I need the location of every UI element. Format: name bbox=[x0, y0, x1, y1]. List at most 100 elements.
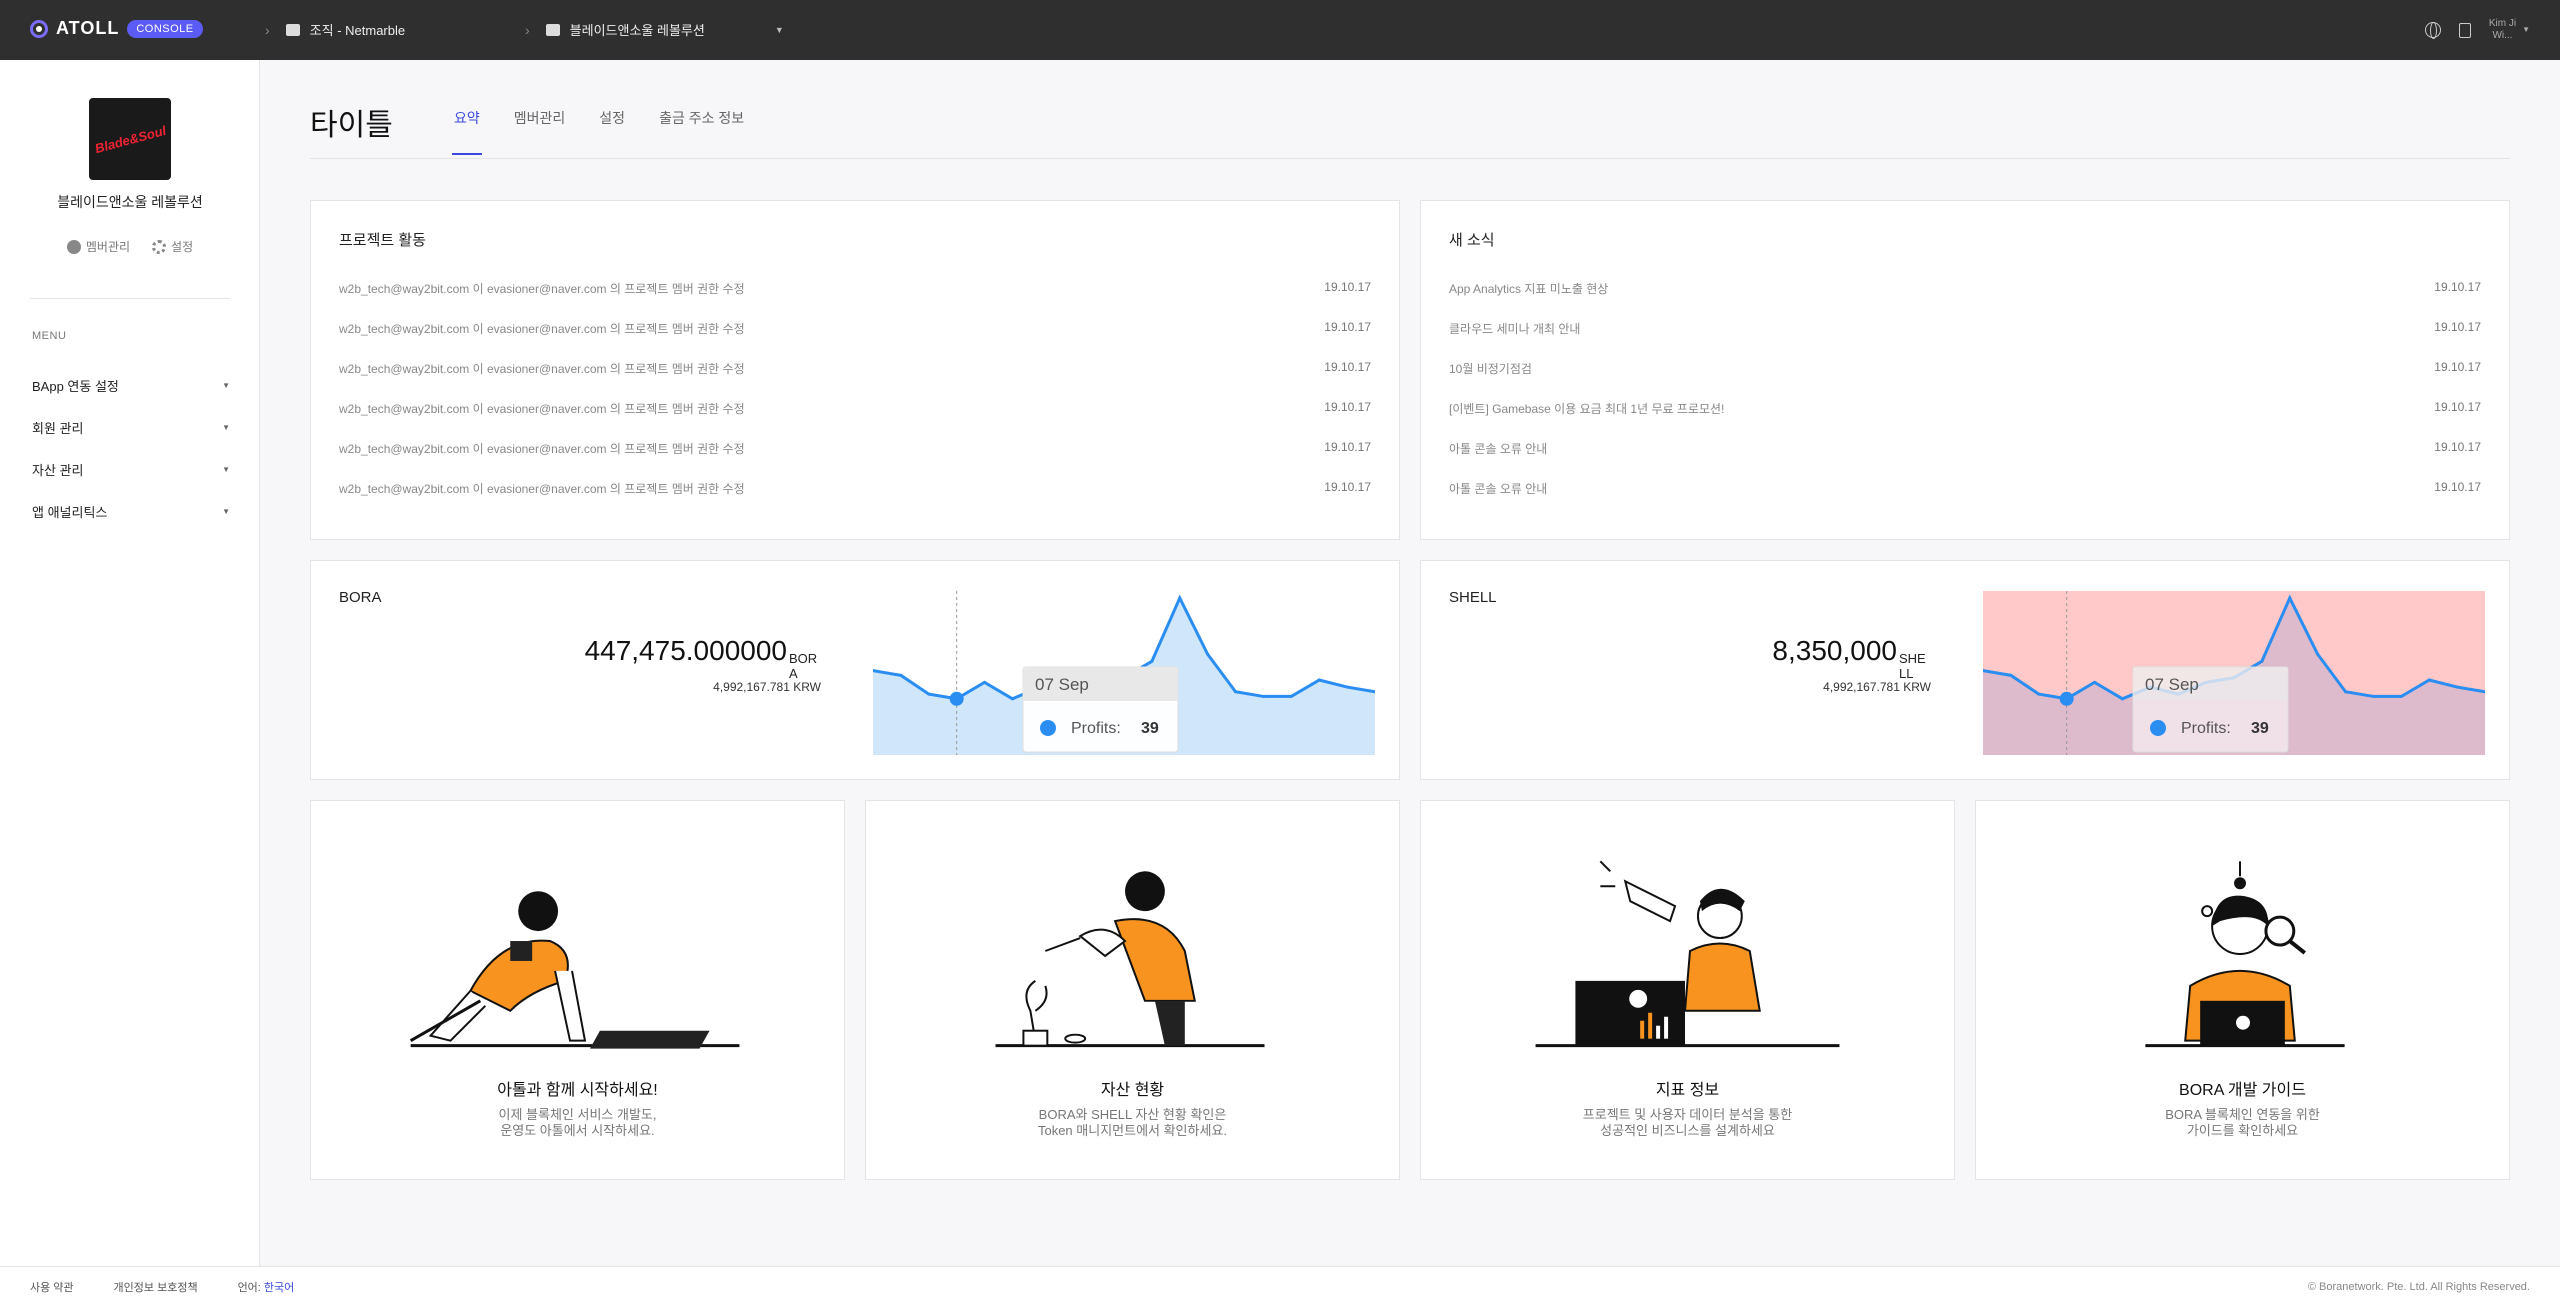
list-item-date: 19.10.17 bbox=[2434, 360, 2481, 374]
chevron-right-icon: › bbox=[525, 21, 530, 38]
sidebar-item-bapp[interactable]: BApp 연동 설정 ▼ bbox=[32, 364, 230, 406]
list-item[interactable]: 클라우드 세미나 개최 안내 19.10.17 bbox=[1449, 320, 2481, 360]
shell-amount: 8,350,000 bbox=[1772, 635, 1897, 666]
list-item[interactable]: 10월 비정기점검 19.10.17 bbox=[1449, 360, 2481, 400]
docs-book-icon[interactable] bbox=[2458, 22, 2471, 38]
guide-desc-line: BORA 블록체인 연동을 위한 bbox=[2165, 1107, 2320, 1122]
chart-point bbox=[2427, 678, 2431, 682]
sidebar-item-label: BApp 연동 설정 bbox=[32, 378, 119, 394]
list-item[interactable]: [이벤트] Gamebase 이용 요금 최대 1년 무료 프로모션! 19.10… bbox=[1449, 400, 2481, 440]
list-item-text: w2b_tech@way2bit.com 이 evasioner@naver.c… bbox=[339, 362, 745, 376]
list-item-text: App Analytics 지표 미노출 현상 bbox=[1449, 282, 1609, 296]
thumbnail-logo-text: Blade&Soul bbox=[92, 122, 168, 156]
privacy-link[interactable]: 개인정보 보호정책 bbox=[114, 1279, 198, 1295]
news-title: 새 소식 bbox=[1449, 232, 1495, 249]
guide-card-assets[interactable]: 자산 현황 BORA와 SHELL 자산 현황 확인은 Token 매니지먼트에… bbox=[865, 800, 1400, 1180]
chart-point bbox=[2371, 694, 2375, 698]
chart-point bbox=[1010, 697, 1014, 701]
watering-plant-illustration bbox=[995, 871, 1265, 1048]
sidebar-item-assets[interactable]: 자산 관리 ▼ bbox=[32, 448, 230, 490]
chart-point bbox=[2009, 673, 2013, 677]
project-thumbnail: Blade&Soul bbox=[89, 98, 171, 180]
chevron-down-icon: ▼ bbox=[222, 422, 230, 432]
top-actions: Kim Ji Wi... ▼ bbox=[2424, 18, 2530, 42]
page-title: 타이틀 bbox=[310, 109, 393, 142]
guide-card-dev[interactable]: BORA 개발 가이드 BORA 블록체인 연동을 위한 가이드를 확인하세요 bbox=[1975, 800, 2510, 1180]
user-sub: Wi... bbox=[2492, 30, 2513, 41]
language-label: 언어: bbox=[237, 1281, 261, 1294]
project-breadcrumb[interactable]: › 블레이드앤소울 레볼루션 ▼ bbox=[525, 20, 784, 39]
list-item[interactable]: 아톨 콘솔 오류 안내 19.10.17 bbox=[1449, 480, 2481, 520]
footer: 사용 약관 개인정보 보호정책 언어: 한국어 © Boranetwork. P… bbox=[0, 1266, 2560, 1306]
list-item[interactable]: w2b_tech@way2bit.com 이 evasioner@naver.c… bbox=[339, 480, 1371, 520]
globe-icon[interactable] bbox=[2424, 22, 2441, 39]
list-item[interactable]: w2b_tech@way2bit.com 이 evasioner@naver.c… bbox=[339, 440, 1371, 480]
tooltip-date: 07 Sep bbox=[1035, 675, 1089, 694]
guide-desc-line: 운영도 아톨에서 시작하세요. bbox=[500, 1123, 655, 1138]
main-content: 타이틀 요약 멤버관리 설정 출금 주소 정보 프로젝트 활동 w2b_tech… bbox=[260, 60, 2560, 1266]
menu-title: MENU bbox=[32, 330, 67, 342]
list-item[interactable]: w2b_tech@way2bit.com 이 evasioner@naver.c… bbox=[339, 320, 1371, 360]
chart-point bbox=[1206, 652, 1210, 656]
guide-card-start[interactable]: 아톨과 함께 시작하세요! 이제 블록체인 서비스 개발도, 운영도 아톨에서 … bbox=[310, 800, 845, 1180]
sidebar-item-members[interactable]: 회원 관리 ▼ bbox=[32, 406, 230, 448]
list-item-date: 19.10.17 bbox=[2434, 480, 2481, 494]
bora-card: BORA 447,475.000000 BORA 4,992,167.781 K… bbox=[310, 560, 1400, 780]
guide-card-metrics[interactable]: 지표 정보 프로젝트 및 사용자 데이터 분석을 통한 성공적인 비즈니스를 설… bbox=[1420, 800, 1955, 1180]
tooltip-series-dot bbox=[2150, 720, 2166, 736]
sidebar-item-label: 앱 애널리틱스 bbox=[32, 504, 108, 520]
list-item-text: w2b_tech@way2bit.com 이 evasioner@naver.c… bbox=[339, 402, 745, 416]
gear-icon bbox=[152, 239, 167, 254]
settings-label: 설정 bbox=[171, 240, 194, 254]
activity-card: 프로젝트 활동 w2b_tech@way2bit.com 이 evasioner… bbox=[310, 200, 1400, 540]
shell-area-chart[interactable]: 07 Sep Profits: 39 bbox=[1983, 591, 2485, 755]
tab-withdraw-address[interactable]: 출금 주소 정보 bbox=[659, 108, 744, 154]
caret-down-icon[interactable]: ▼ bbox=[775, 25, 784, 35]
chevron-right-icon: › bbox=[265, 21, 270, 38]
tab-summary[interactable]: 요약 bbox=[452, 108, 482, 155]
brand[interactable]: ATOLL CONSOLE bbox=[30, 18, 203, 39]
org-breadcrumb[interactable]: › 조직 - Netmarble bbox=[265, 20, 405, 39]
news-card: 새 소식 App Analytics 지표 미노출 현상 19.10.17 클라우… bbox=[1420, 200, 2510, 540]
chart-point bbox=[1317, 678, 1321, 682]
list-item-text: w2b_tech@way2bit.com 이 evasioner@naver.c… bbox=[339, 282, 745, 296]
sidebar-item-analytics[interactable]: 앱 애널리틱스 ▼ bbox=[32, 490, 230, 532]
shell-krw: 4,992,167.781 KRW bbox=[1823, 680, 1931, 694]
user-menu[interactable]: Kim Ji Wi... ▼ bbox=[2489, 18, 2530, 42]
list-item[interactable]: App Analytics 지표 미노출 현상 19.10.17 bbox=[1449, 280, 2481, 320]
organization-icon bbox=[285, 23, 300, 36]
project-folder-icon bbox=[545, 23, 560, 36]
tooltip-label: Profits: bbox=[1071, 720, 1121, 737]
chart-point bbox=[1150, 659, 1154, 663]
shell-unit: SHELL bbox=[1899, 651, 1926, 681]
list-item[interactable]: w2b_tech@way2bit.com 이 evasioner@naver.c… bbox=[339, 360, 1371, 400]
tooltip-label: Profits: bbox=[2181, 720, 2231, 737]
member-manage-link[interactable]: 멤버관리 bbox=[66, 238, 130, 255]
tooltip-series-dot bbox=[1040, 720, 1056, 736]
list-item-text: 클라우드 세미나 개최 안내 bbox=[1449, 322, 1581, 336]
tab-settings[interactable]: 설정 bbox=[599, 108, 625, 154]
user-circle-icon bbox=[66, 239, 81, 254]
bora-area-chart[interactable]: 07 Sep Profits: 39 bbox=[873, 591, 1375, 755]
list-item[interactable]: w2b_tech@way2bit.com 이 evasioner@naver.c… bbox=[339, 280, 1371, 320]
terms-link[interactable]: 사용 약관 bbox=[30, 1279, 74, 1295]
guide-desc-line: 성공적인 비즈니스를 설계하세요 bbox=[1600, 1123, 1775, 1138]
brand-name: ATOLL bbox=[56, 18, 120, 38]
guide-desc-line: 이제 블록체인 서비스 개발도, bbox=[498, 1107, 657, 1122]
list-item[interactable]: w2b_tech@way2bit.com 이 evasioner@naver.c… bbox=[339, 400, 1371, 440]
chevron-down-icon: ▼ bbox=[222, 464, 230, 474]
sidebar-project-name: 블레이드앤소울 레볼루션 bbox=[57, 194, 203, 210]
list-item-text: [이벤트] Gamebase 이용 요금 최대 1년 무료 프로모션! bbox=[1449, 402, 1725, 416]
list-item-date: 19.10.17 bbox=[1324, 360, 1371, 374]
guide-desc: 이제 블록체인 서비스 개발도, 운영도 아톨에서 시작하세요. bbox=[311, 1107, 844, 1139]
guide-desc-line: 가이드를 확인하세요 bbox=[2186, 1123, 2299, 1138]
chart-point bbox=[2455, 685, 2459, 689]
project-name: 블레이드앤소울 레볼루션 bbox=[569, 23, 705, 38]
list-item[interactable]: 아톨 콘솔 오류 안내 19.10.17 bbox=[1449, 440, 2481, 480]
tab-members[interactable]: 멤버관리 bbox=[514, 108, 566, 154]
guide-desc-line: 프로젝트 및 사용자 데이터 분석을 통한 bbox=[1582, 1107, 1793, 1122]
language-selector[interactable]: 언어: 한국어 bbox=[238, 1279, 295, 1295]
settings-link[interactable]: 설정 bbox=[152, 238, 193, 255]
list-item-date: 19.10.17 bbox=[1324, 320, 1371, 334]
list-item-text: w2b_tech@way2bit.com 이 evasioner@naver.c… bbox=[339, 322, 745, 336]
